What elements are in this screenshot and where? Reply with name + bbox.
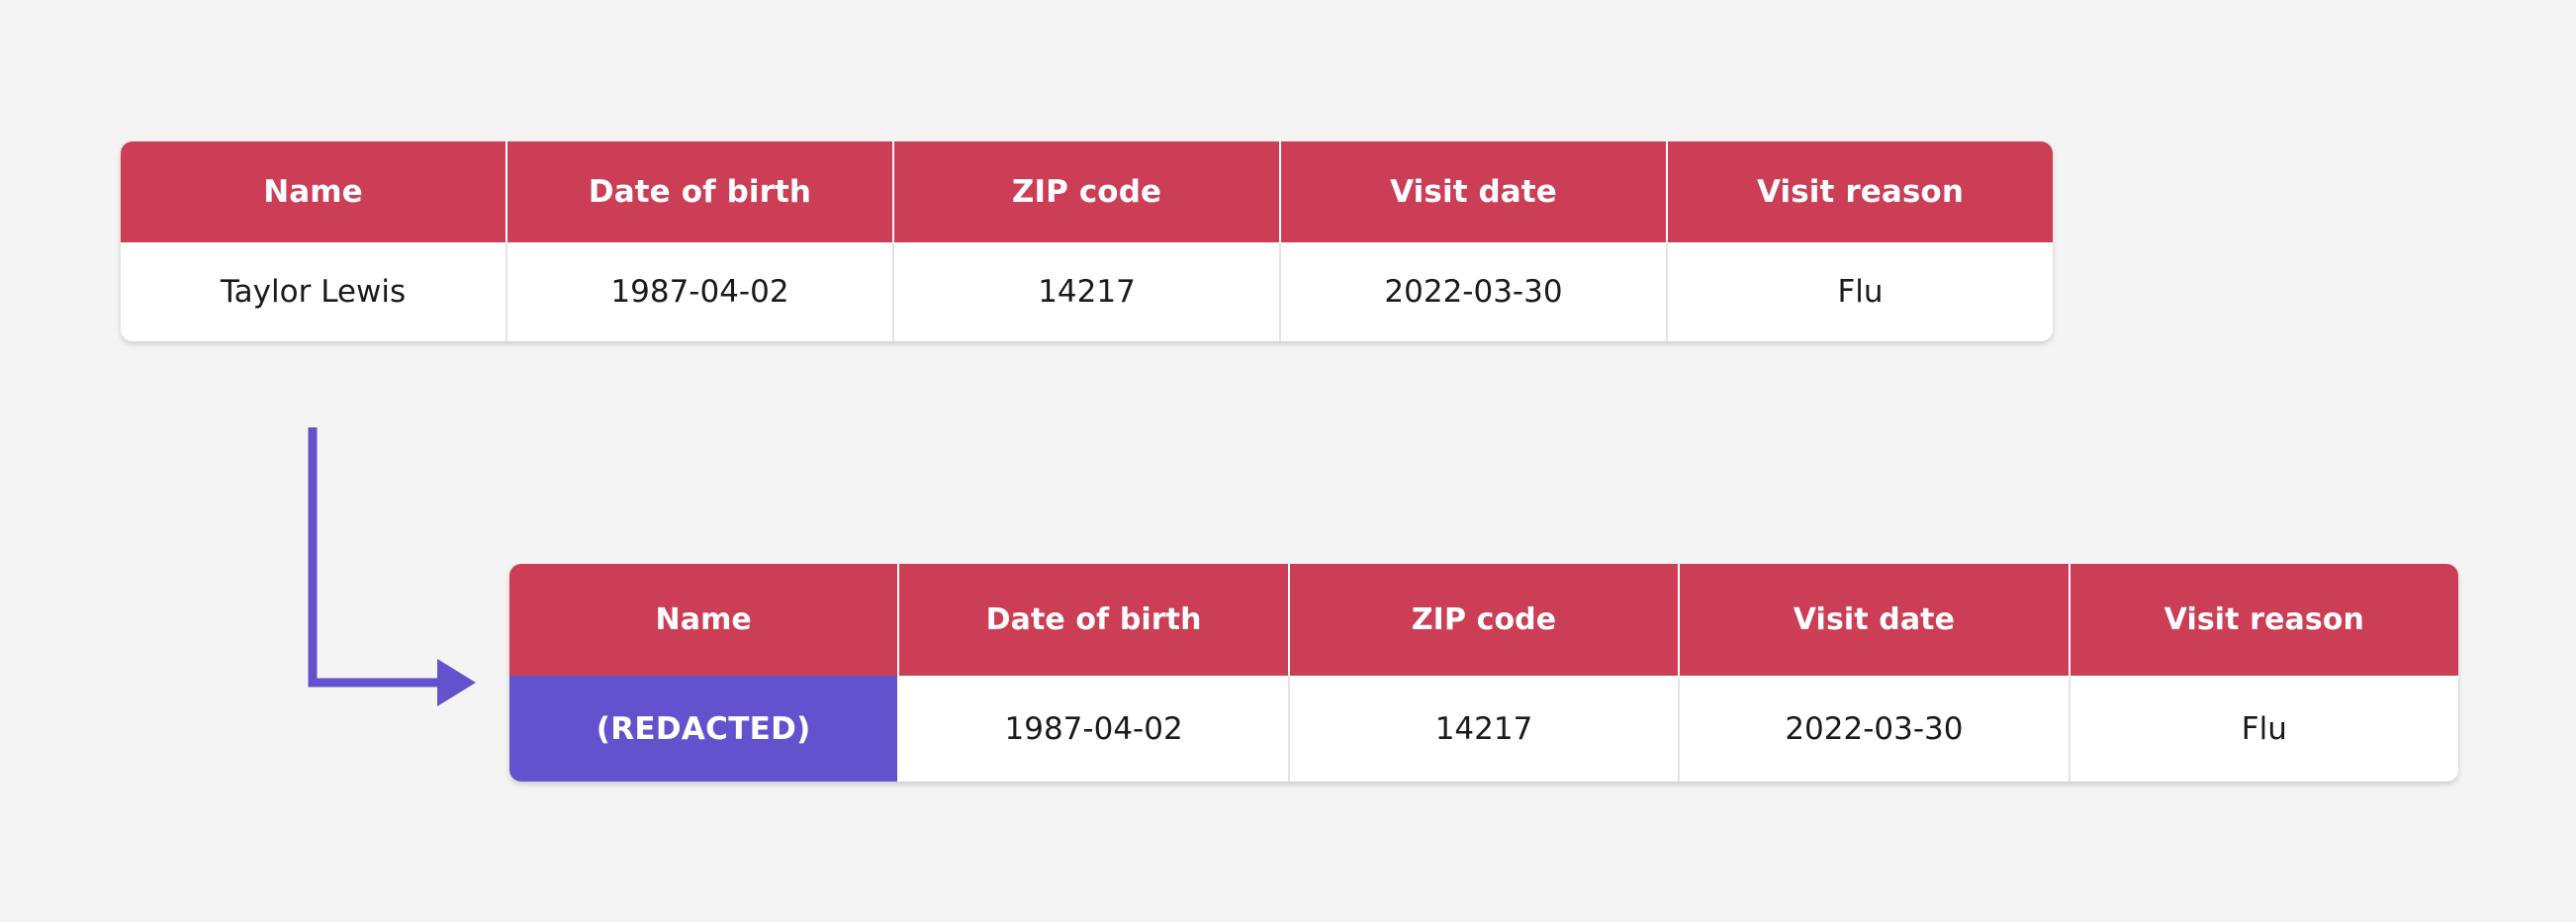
original-record-table: Name Date of birth ZIP code Visit date V… [121,141,2053,341]
cell-visit-reason: Flu [2070,676,2458,782]
column-header-date-of-birth: Date of birth [507,141,894,242]
cell-visit-reason: Flu [1668,242,2053,341]
redaction-flow-arrow-icon [308,427,476,706]
cell-zip-code: 14217 [1289,676,1681,782]
column-header-zip-code: ZIP code [1290,564,1681,676]
cell-zip-code: 14217 [894,242,1281,341]
cell-visit-date: 2022-03-30 [1680,676,2070,782]
column-header-name: Name [121,141,507,242]
redacted-record-table: Name Date of birth ZIP code Visit date V… [509,564,2458,782]
column-header-date-of-birth: Date of birth [899,564,1290,676]
table-row: (REDACTED) 1987-04-02 14217 2022-03-30 F… [509,676,2458,782]
column-header-name: Name [509,564,900,676]
column-header-zip-code: ZIP code [894,141,1281,242]
table-row: Taylor Lewis 1987-04-02 14217 2022-03-30… [121,242,2053,341]
cell-name-redacted: (REDACTED) [509,676,900,782]
cell-visit-date: 2022-03-30 [1281,242,1668,341]
column-header-visit-reason: Visit reason [1756,174,1964,210]
cell-date-of-birth: 1987-04-02 [507,242,894,341]
cell-date-of-birth: 1987-04-02 [899,676,1290,782]
diagram-canvas: Name Date of birth ZIP code Visit date V… [0,0,2576,922]
cell-name: Taylor Lewis [121,242,507,341]
table-header-row: Name Date of birth ZIP code Visit date V… [121,141,2053,242]
column-header-visit-date: Visit date [1680,564,2070,676]
column-header-visit-date: Visit date [1281,141,1668,242]
column-header-visit-reason: Visit reason [2163,602,2364,637]
table-header-row: Name Date of birth ZIP code Visit date V… [509,564,2458,676]
